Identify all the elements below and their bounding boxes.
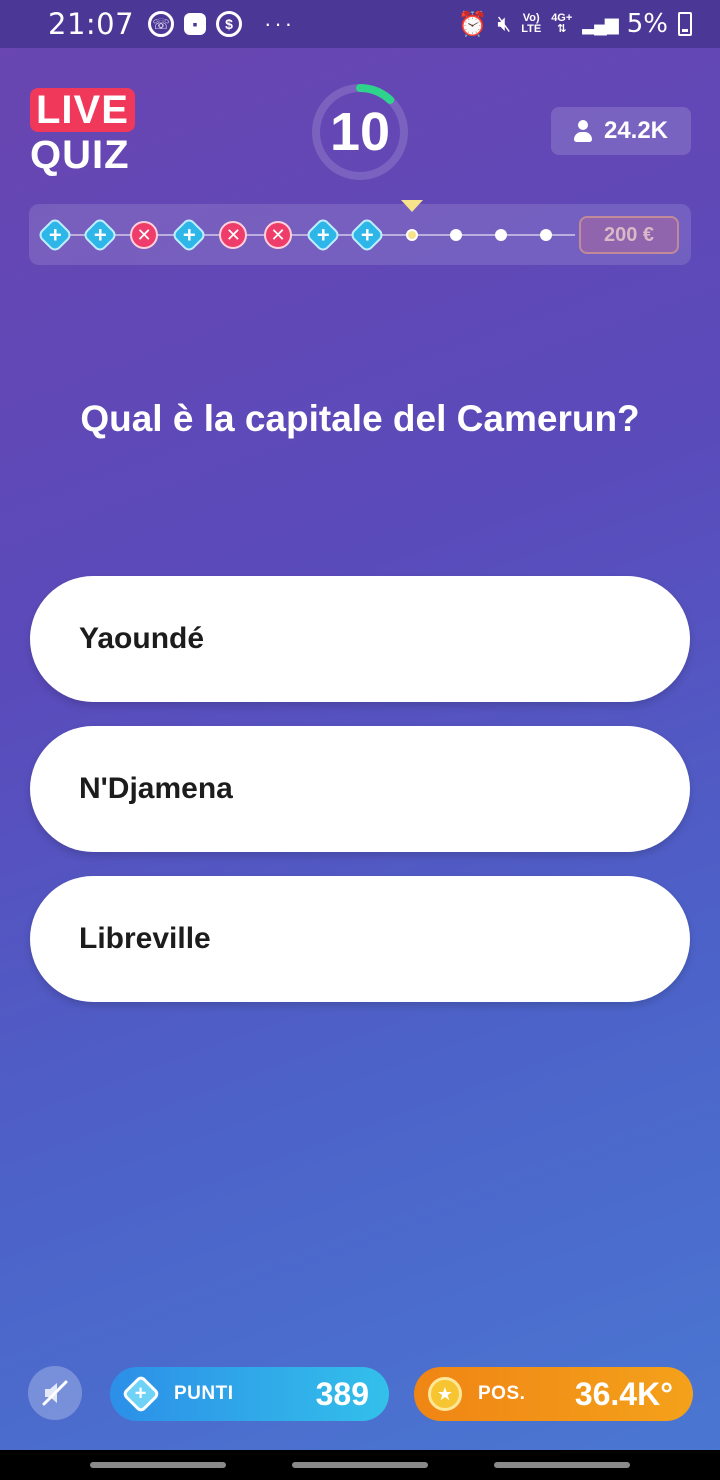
battery-percent: 5% <box>626 9 668 39</box>
points-pill: + PUNTI 389 <box>110 1367 389 1421</box>
progress-pending-dot <box>495 229 507 241</box>
progress-correct-icon: + <box>170 216 208 254</box>
progress-pending-dot <box>539 229 552 241</box>
data-indicator: 4G+ ⇅ <box>551 12 573 35</box>
position-value: 36.4K° <box>574 1375 673 1412</box>
answer-option-2[interactable]: N'Djamena <box>30 726 690 852</box>
logo-quiz-text: QUIZ <box>30 133 130 177</box>
countdown-timer: 10 <box>310 82 410 182</box>
system-nav-bar <box>0 1450 720 1480</box>
answer-label: N'Djamena <box>79 772 233 805</box>
position-label: POS. <box>478 1383 526 1404</box>
progress-correct-icon: + <box>81 216 118 254</box>
prize-badge: 200 € <box>579 216 679 254</box>
answer-label: Libreville <box>79 922 211 955</box>
viewer-count-value: 24.2K <box>603 117 669 144</box>
progress-wrong-icon: ✕ <box>264 221 292 249</box>
viewer-count: 24.2K <box>551 107 691 155</box>
medal-icon: ★ <box>426 1375 464 1413</box>
answer-label: Yaoundé <box>79 622 205 655</box>
status-time: 21:07 <box>48 7 135 41</box>
game-icon: ▪ <box>184 13 207 35</box>
points-value: 389 <box>315 1375 369 1412</box>
data-type-label: 4G+ <box>551 12 573 24</box>
logo-live-text: LIVE <box>30 88 135 132</box>
gem-icon: + <box>121 1374 161 1414</box>
nav-home-handle[interactable] <box>292 1462 428 1468</box>
system-icons: ⏰ 🔇︎ Vo) LTE 4G+ ⇅ ▂▄▆ 5% <box>457 9 692 39</box>
mute-speaker-icon <box>42 1380 68 1406</box>
alarm-icon: ⏰ <box>457 10 488 38</box>
more-notifications-icon: ··· <box>264 11 296 36</box>
signal-icon: ▂▄▆ <box>582 13 618 34</box>
question-text: Qual è la capitale del Camerun? <box>80 398 640 439</box>
position-pill: ★ POS. 36.4K° <box>414 1367 693 1421</box>
status-bar: 21:07 ☏ ▪ $ ··· ⏰ 🔇︎ Vo) LTE 4G+ ⇅ ▂▄▆ 5% <box>0 0 720 48</box>
progress-wrong-icon: ✕ <box>219 221 248 249</box>
progress-correct-icon: + <box>348 216 386 254</box>
live-quiz-logo: LIVE QUIZ <box>30 88 140 178</box>
volte-indicator: Vo) LTE <box>521 13 541 35</box>
notification-icons: ☏ ▪ $ ··· <box>148 11 295 37</box>
points-label: PUNTI <box>174 1383 234 1404</box>
nav-back-handle[interactable] <box>494 1462 630 1468</box>
answer-option-1[interactable]: Yaoundé <box>30 576 690 702</box>
answer-option-3[interactable]: Libreville <box>30 876 690 1002</box>
user-icon <box>573 120 592 142</box>
current-question-pointer <box>401 200 423 212</box>
whatsapp-icon: ☏ <box>148 11 175 37</box>
question-progress-track: + + ✕ + ✕ ✕ + + 200 € <box>29 200 691 265</box>
progress-pending-dot <box>450 229 463 241</box>
nav-recents-handle[interactable] <box>90 1462 226 1468</box>
timer-value: 10 <box>329 102 391 162</box>
progress-current-dot <box>405 229 418 241</box>
dollar-icon: $ <box>216 11 243 37</box>
progress-correct-icon: + <box>36 216 74 254</box>
mute-button[interactable] <box>28 1366 82 1420</box>
progress-wrong-icon: ✕ <box>130 221 159 249</box>
battery-icon <box>678 12 692 36</box>
progress-correct-icon: + <box>304 216 341 254</box>
lte-label: LTE <box>521 23 542 35</box>
mute-icon: 🔇︎ <box>497 11 512 36</box>
